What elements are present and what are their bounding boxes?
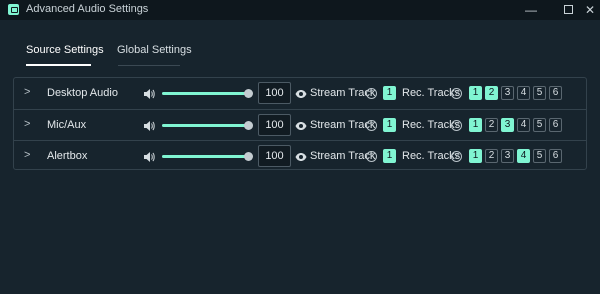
rec-track-button-1[interactable]: 1 xyxy=(469,149,482,163)
speaker-icon[interactable] xyxy=(143,87,155,99)
volume-slider[interactable] xyxy=(162,89,253,98)
help-icon[interactable]: ? xyxy=(366,88,377,99)
rec-track-button-2[interactable]: 2 xyxy=(485,149,498,163)
tab-source-settings[interactable]: Source Settings xyxy=(26,44,104,56)
audio-source-row: > Desktop Audio 100 Stream Track? 1 Rec. Trac… xyxy=(14,78,586,109)
volume-slider-fill xyxy=(162,92,248,95)
volume-input[interactable]: 100 xyxy=(258,82,291,104)
rec-track-button-5[interactable]: 5 xyxy=(533,86,546,100)
rec-track-button-6[interactable]: 6 xyxy=(549,86,562,100)
source-name: Mic/Aux xyxy=(47,119,87,131)
rec-track-button-3[interactable]: 3 xyxy=(501,118,514,132)
help-icon[interactable]: ? xyxy=(451,88,462,99)
maximize-icon xyxy=(563,5,573,14)
rec-track-button-4[interactable]: 4 xyxy=(517,118,530,132)
rec-track-button-2[interactable]: 2 xyxy=(485,118,498,132)
volume-slider[interactable] xyxy=(162,152,253,161)
help-icon[interactable]: ? xyxy=(366,120,377,131)
chevron-right-icon[interactable]: > xyxy=(24,118,30,130)
rec-track-button-6[interactable]: 6 xyxy=(549,149,562,163)
speaker-icon[interactable] xyxy=(143,119,155,131)
app-icon xyxy=(8,4,19,15)
volume-input[interactable]: 100 xyxy=(258,114,291,136)
rec-track-button-5[interactable]: 5 xyxy=(533,149,546,163)
stream-track-button[interactable]: 1 xyxy=(383,149,396,163)
rec-track-button-5[interactable]: 5 xyxy=(533,118,546,132)
chevron-right-icon[interactable]: > xyxy=(24,86,30,98)
audio-source-row: > Mic/Aux 100 Stream Track? 1 Rec. Tracks? 1 2 3… xyxy=(14,109,586,140)
eye-icon[interactable] xyxy=(295,150,307,162)
rec-track-button-4[interactable]: 4 xyxy=(517,149,530,163)
source-name: Alertbox xyxy=(47,150,88,162)
title-bar: Advanced Audio Settings — ✕ xyxy=(0,0,600,20)
active-tab-indicator xyxy=(26,64,91,66)
stream-track-button[interactable]: 1 xyxy=(383,118,396,132)
rec-track-button-4[interactable]: 4 xyxy=(517,86,530,100)
tab-underline xyxy=(118,65,180,66)
volume-slider-fill xyxy=(162,155,248,158)
volume-slider-thumb[interactable] xyxy=(244,152,253,161)
maximize-button[interactable] xyxy=(557,0,579,20)
close-button[interactable]: ✕ xyxy=(579,0,600,20)
rec-track-button-6[interactable]: 6 xyxy=(549,118,562,132)
volume-input[interactable]: 100 xyxy=(258,145,291,167)
audio-sources-panel: > Desktop Audio 100 Stream Track? 1 Rec. Trac… xyxy=(13,77,587,170)
volume-slider[interactable] xyxy=(162,121,253,130)
chevron-right-icon[interactable]: > xyxy=(24,149,30,161)
help-icon[interactable]: ? xyxy=(366,151,377,162)
volume-slider-thumb[interactable] xyxy=(244,89,253,98)
audio-source-row: > Alertbox 100 Stream Track? 1 Rec. Tracks? 1 2… xyxy=(14,140,586,171)
window-title: Advanced Audio Settings xyxy=(26,3,149,15)
volume-slider-thumb[interactable] xyxy=(244,121,253,130)
rec-track-button-3[interactable]: 3 xyxy=(501,86,514,100)
eye-icon[interactable] xyxy=(295,87,307,99)
eye-icon[interactable] xyxy=(295,119,307,131)
help-icon[interactable]: ? xyxy=(451,151,462,162)
rec-track-button-2[interactable]: 2 xyxy=(485,86,498,100)
minimize-button[interactable]: — xyxy=(520,0,542,20)
tab-global-settings[interactable]: Global Settings xyxy=(117,44,192,56)
volume-slider-fill xyxy=(162,124,248,127)
rec-track-button-1[interactable]: 1 xyxy=(469,86,482,100)
help-icon[interactable]: ? xyxy=(451,120,462,131)
rec-track-button-3[interactable]: 3 xyxy=(501,149,514,163)
source-name: Desktop Audio xyxy=(47,87,118,99)
speaker-icon[interactable] xyxy=(143,150,155,162)
rec-track-button-1[interactable]: 1 xyxy=(469,118,482,132)
stream-track-button[interactable]: 1 xyxy=(383,86,396,100)
